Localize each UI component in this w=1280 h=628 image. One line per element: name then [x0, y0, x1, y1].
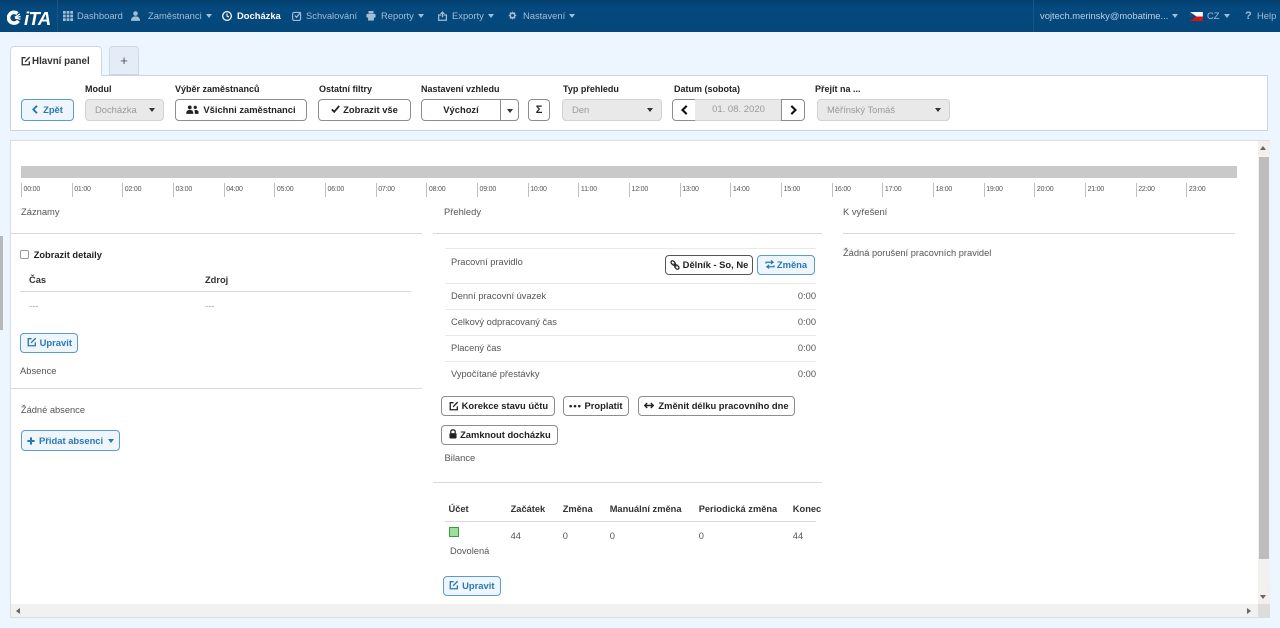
svg-text:iTA: iTA [24, 8, 51, 28]
